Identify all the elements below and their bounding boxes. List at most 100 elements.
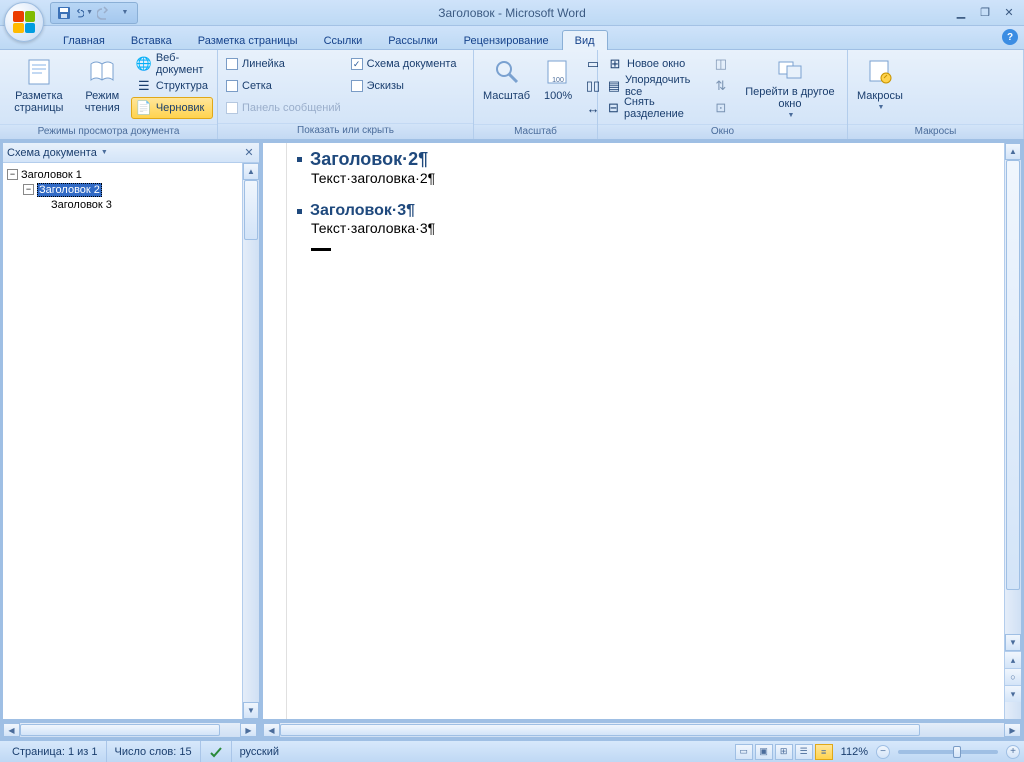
web-layout-label: Веб-документ (156, 52, 208, 76)
redo-button[interactable] (95, 4, 113, 22)
scroll-thumb[interactable] (20, 724, 220, 736)
web-view-button[interactable]: ⊞ (775, 744, 793, 760)
gridlines-checkbox[interactable]: Сетка (222, 75, 345, 97)
tab-references[interactable]: Ссылки (311, 30, 376, 50)
scroll-down-button[interactable]: ▼ (243, 702, 259, 719)
tree-item-h2[interactable]: − Заголовок 2 (5, 182, 240, 197)
editor-vertical-scrollbar[interactable]: ▲ ▴ ○ ▾ ▼ (1004, 143, 1021, 719)
restore-button[interactable]: ❐ (974, 5, 996, 21)
new-window-label: Новое окно (627, 58, 685, 70)
tab-view[interactable]: Вид (562, 30, 608, 50)
tab-home[interactable]: Главная (50, 30, 118, 50)
svg-text:100: 100 (552, 77, 564, 84)
document-editor[interactable]: Заголовок·2¶ Текст·заголовка·2¶ Заголово… (262, 142, 1022, 720)
scroll-left-button[interactable]: ◀ (3, 723, 20, 737)
hundred-percent-button[interactable]: 100 100% (537, 53, 579, 121)
window-controls: ▁ ❐ ✕ (950, 5, 1024, 21)
zoom-in-button[interactable]: + (1006, 745, 1020, 759)
tab-insert[interactable]: Вставка (118, 30, 185, 50)
zoom-slider-handle[interactable] (953, 746, 961, 758)
chevron-down-icon: ▼ (787, 110, 794, 122)
office-button[interactable] (4, 2, 44, 42)
switch-windows-label: Перейти в другое окно (742, 86, 838, 110)
docmap-hscrollbar[interactable]: ◀ ▶ (2, 722, 258, 738)
page-status[interactable]: Страница: 1 из 1 (4, 741, 107, 762)
print-layout-icon (23, 56, 55, 88)
status-bar: Страница: 1 из 1 Число слов: 15 русский … (0, 740, 1024, 762)
scroll-up-button[interactable]: ▲ (1005, 143, 1021, 160)
ribbon-tabs: Главная Вставка Разметка страницы Ссылки… (0, 26, 1024, 50)
web-layout-button[interactable]: 🌐 Веб-документ (131, 53, 213, 75)
redo-icon (97, 6, 111, 20)
help-button[interactable]: ? (1002, 29, 1018, 45)
zoom-value[interactable]: 112% (841, 746, 868, 758)
scroll-thumb[interactable] (280, 724, 920, 736)
collapse-icon[interactable]: − (23, 184, 34, 195)
new-window-button[interactable]: ⊞ Новое окно (602, 53, 705, 75)
scroll-right-button[interactable]: ▶ (240, 723, 257, 737)
document-content[interactable]: Заголовок·2¶ Текст·заголовка·2¶ Заголово… (287, 143, 1004, 719)
ribbon: Разметка страницы Режим чтения 🌐 Веб-док… (0, 50, 1024, 140)
chevron-down-icon[interactable]: ▼ (101, 149, 108, 156)
group-zoom: Масштаб 100 100% ▭ ▯▯ ↔ Масштаб (474, 50, 598, 139)
undo-button[interactable]: ▼ (75, 4, 93, 22)
word-count[interactable]: Число слов: 15 (107, 741, 201, 762)
arrange-icon: ▤ (607, 78, 621, 94)
switch-windows-button[interactable]: Перейти в другое окно ▼ (737, 53, 843, 121)
tree-item-h1[interactable]: − Заголовок 1 (5, 167, 240, 182)
split-icon: ⊟ (607, 100, 620, 116)
draft-button[interactable]: 📄 Черновик (131, 97, 213, 119)
close-pane-button[interactable]: ✕ (242, 146, 256, 160)
reading-view-button[interactable]: ▣ (755, 744, 773, 760)
quick-access-toolbar: ▼ ▼ (50, 2, 138, 24)
scroll-down-button[interactable]: ▼ (1005, 634, 1021, 651)
scroll-right-button[interactable]: ▶ (1004, 723, 1021, 737)
tab-review[interactable]: Рецензирование (451, 30, 562, 50)
draft-view-button[interactable]: ≡ (815, 744, 833, 760)
checkbox-icon (351, 80, 363, 92)
print-layout-view-button[interactable]: ▭ (735, 744, 753, 760)
outline-button[interactable]: ☰ Структура (131, 75, 213, 97)
scroll-up-button[interactable]: ▲ (243, 163, 259, 180)
arrange-all-button[interactable]: ▤Упорядочить все (602, 75, 705, 97)
scroll-thumb[interactable] (244, 180, 258, 240)
heading-text: Заголовок·2¶ (310, 149, 428, 170)
macros-button[interactable]: Макросы ▼ (852, 53, 908, 121)
zoom-button[interactable]: Масштаб (478, 53, 535, 121)
save-button[interactable] (55, 4, 73, 22)
zoom-out-button[interactable]: − (876, 745, 890, 759)
document-map-checkbox[interactable]: ✓Схема документа (347, 53, 461, 75)
previous-page-button[interactable]: ▴ (1005, 651, 1021, 668)
tab-page-layout[interactable]: Разметка страницы (185, 30, 311, 50)
zoom-slider[interactable] (898, 750, 998, 754)
new-window-icon: ⊞ (607, 56, 623, 72)
checkbox-icon (226, 102, 238, 114)
language-status[interactable]: русский (232, 741, 287, 762)
close-button[interactable]: ✕ (998, 5, 1020, 21)
docmap-scrollbar[interactable]: ▲ ▼ (242, 163, 259, 719)
qat-customize-button[interactable]: ▼ (115, 4, 133, 22)
minimize-button[interactable]: ▁ (950, 5, 972, 21)
remove-split-button[interactable]: ⊟Снять разделение (602, 97, 705, 119)
reset-position-button: ⊡ (711, 97, 731, 119)
tree-item-h3[interactable]: Заголовок 3 (5, 197, 240, 212)
tab-mailings[interactable]: Рассылки (375, 30, 450, 50)
next-page-button[interactable]: ▾ (1005, 685, 1021, 702)
tree-label: Заголовок 3 (51, 199, 112, 211)
selection-gutter (263, 143, 287, 719)
collapse-icon[interactable]: − (7, 169, 18, 180)
thumbnails-checkbox[interactable]: Эскизы (347, 75, 461, 97)
tree-label: Заголовок 1 (21, 169, 82, 181)
group-label-macros: Макросы (848, 124, 1023, 139)
save-icon (57, 6, 71, 20)
ruler-checkbox[interactable]: Линейка (222, 53, 345, 75)
proofing-status[interactable] (201, 741, 232, 762)
scroll-left-button[interactable]: ◀ (263, 723, 280, 737)
reading-layout-button[interactable]: Режим чтения (76, 53, 129, 121)
thumbnails-label: Эскизы (367, 80, 404, 92)
select-browse-object-button[interactable]: ○ (1005, 668, 1021, 685)
scroll-thumb[interactable] (1006, 160, 1020, 590)
outline-view-button[interactable]: ☰ (795, 744, 813, 760)
print-layout-button[interactable]: Разметка страницы (4, 53, 74, 121)
editor-hscrollbar[interactable]: ◀ ▶ (262, 722, 1022, 738)
